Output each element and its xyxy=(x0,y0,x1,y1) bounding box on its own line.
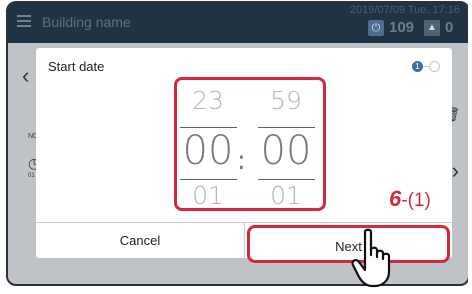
step-annotation: 6-(1) xyxy=(389,186,431,212)
hour-prev[interactable]: 23 xyxy=(180,86,236,115)
minute-value[interactable]: 00 xyxy=(258,128,314,174)
minute-next[interactable]: 01 xyxy=(258,181,314,210)
step-sub: -(1) xyxy=(401,190,431,211)
dialog-title: Start date xyxy=(48,59,105,74)
alert-count-a: 109 xyxy=(389,19,415,36)
next-button[interactable]: Next xyxy=(247,225,450,263)
time-separator: : xyxy=(237,146,246,176)
hour-next[interactable]: 01 xyxy=(180,181,236,210)
next-arrow-icon[interactable]: › xyxy=(452,158,459,184)
step-dot-next xyxy=(429,61,440,72)
step-dot-current: 1 xyxy=(412,61,423,72)
building-name: Building name xyxy=(42,14,131,30)
prev-arrow-icon[interactable]: ‹ xyxy=(22,63,29,89)
warning-icon: ▲ xyxy=(424,20,440,36)
hour-value[interactable]: 00 xyxy=(180,128,236,174)
alert-count-icon: ⏻ xyxy=(368,20,384,36)
start-date-dialog: Start date 1 23 00 01 : 59 00 01 Cancel … xyxy=(36,48,452,263)
step-indicator: 1 xyxy=(412,61,440,73)
step-number: 6 xyxy=(389,186,402,211)
top-bar: Building name 2019/07/09 Tue. 17:16 ⏻ 10… xyxy=(8,3,468,43)
menu-icon[interactable] xyxy=(17,15,31,27)
manual-figure: Building name 2019/07/09 Tue. 17:16 ⏻ 10… xyxy=(4,0,468,294)
minute-prev[interactable]: 59 xyxy=(258,86,314,115)
datetime-text: 2019/07/09 Tue. 17:16 xyxy=(349,4,460,16)
cancel-button[interactable]: Cancel xyxy=(36,223,244,259)
id-label: 01 xyxy=(28,173,35,179)
alert-count-b: 0 xyxy=(445,19,454,36)
pointing-hand-icon xyxy=(351,228,391,288)
